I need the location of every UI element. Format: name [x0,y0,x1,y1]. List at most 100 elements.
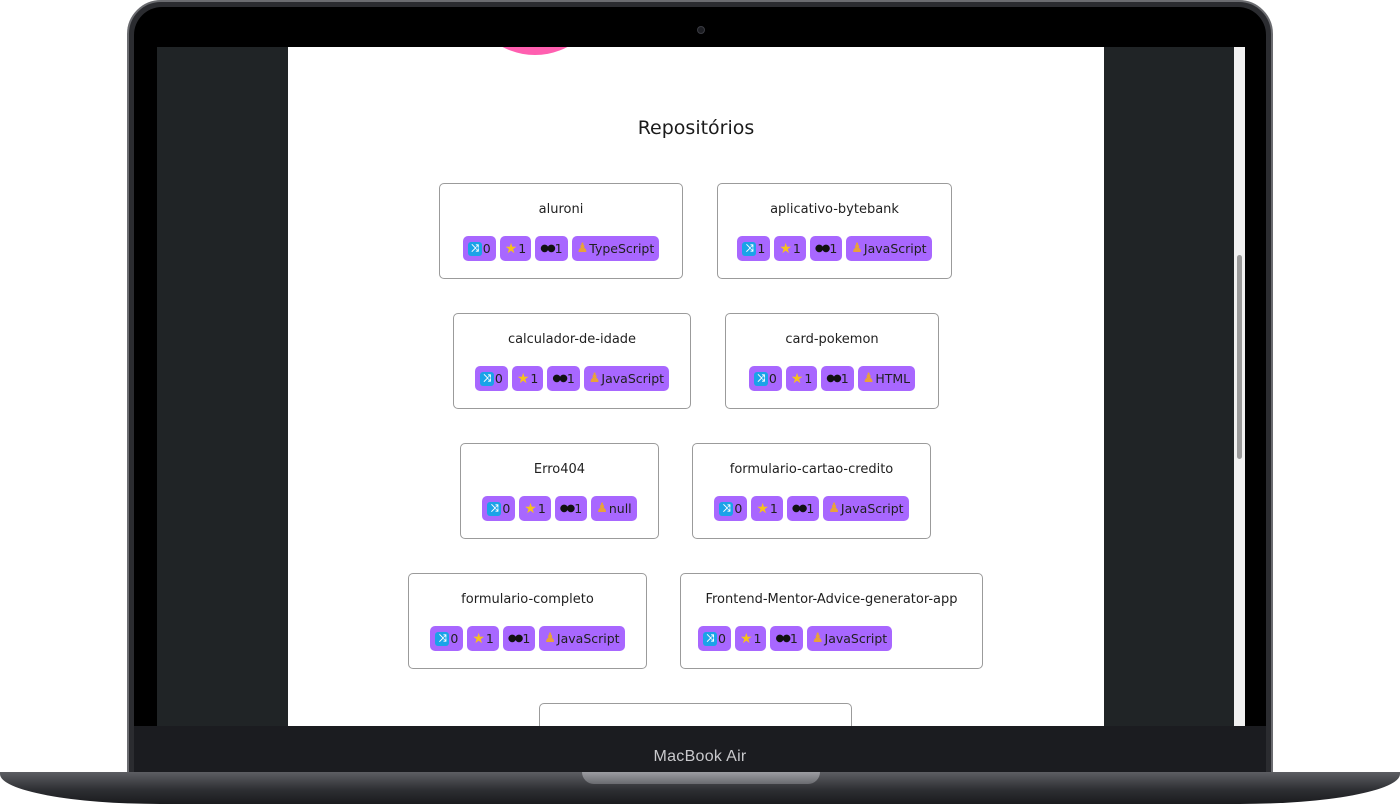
forks-badge: ⤨ 0 [462,236,496,261]
star-icon: ★ [790,370,804,387]
star-icon: ★ [516,370,530,387]
repo-card[interactable]: formulario-completo ⤨ 0 ★ 1 ●● 1 ♟ JavaScrip… [408,573,647,669]
technologist-icon: ♟ [576,241,589,256]
forks-count: 0 [718,631,726,646]
eyes-icon: ●● [826,372,842,384]
forks-count: 0 [494,371,503,386]
forks-count: 0 [734,501,743,516]
language-badge: ♟ TypeScript [571,236,660,261]
repo-name: formulario-cartao-credito [729,462,894,477]
star-icon: ★ [779,240,792,257]
language-badge: ♟ null [591,496,637,521]
forks-badge: ⤨ 0 [474,366,508,391]
repo-name: card-pokemon [785,332,879,347]
watchers-badge: ●● 1 [809,236,843,261]
scrollbar[interactable] [1234,47,1245,726]
language-badge: ♟ JavaScript [846,236,932,261]
eyes-icon: ●● [791,502,808,514]
repo-card[interactable]: formulario-cartao-credito ⤨ 0 ★ 1 ●● 1 ♟ Jav… [692,443,931,539]
repo-card[interactable]: aluroni ⤨ 0 ★ 1 ●● 1 ♟ TypeScript [439,183,683,279]
repo-name: aplicativo-bytebank [770,202,899,217]
watchers-count: 1 [522,631,531,646]
twisted-arrows-icon: ⤨ [467,241,482,256]
forks-badge: ⤨ 1 [737,236,771,261]
eyes-icon: ●● [540,242,556,254]
technologist-icon: ♟ [596,501,608,516]
technologist-icon: ♟ [828,501,840,516]
camera-icon [697,26,705,34]
twisted-arrows-icon: ⤨ [753,371,768,386]
repo-name: aluroni [538,202,584,217]
eyes-icon: ●● [552,372,568,384]
repo-name: formulario-completo [461,592,594,607]
stars-count: 1 [485,631,494,646]
browser-viewport: Repositórios aluroni ⤨ 0 ★ 1 ●● 1 ♟ TypeScri… [157,47,1245,726]
eyes-icon: ●● [507,632,524,644]
watchers-badge: ●● 1 [502,626,536,651]
language-label: JavaScript [840,501,904,516]
watchers-badge: ●● 1 [535,236,568,261]
language-label: JavaScript [824,631,888,646]
stars-badge: ★ 1 [785,366,818,391]
stars-count: 1 [804,371,813,386]
language-badge: ♟ JavaScript [823,496,909,521]
language-badge: ♟ JavaScript [806,626,893,651]
stars-count: 1 [753,631,762,646]
repo-card[interactable]: aplicativo-bytebank ⤨ 1 ★ 1 ●● 1 ♟ JavaScrip… [717,183,952,279]
device-label: MacBook Air [653,748,747,765]
forks-badge: ⤨ 0 [482,496,516,521]
repo-card[interactable]: Frontend-Mentor-Advice-generator-app ⤨ 0 … [680,573,983,669]
stars-badge: ★ 1 [519,496,551,521]
language-label: HTML [875,371,911,386]
language-label: JavaScript [863,241,927,256]
stars-badge: ★ 1 [751,496,783,521]
forks-count: 0 [502,501,511,516]
watchers-count: 1 [806,501,815,516]
repo-badges: ⤨ 0 ★ 1 ●● 1 ♟ JavaScript [681,626,982,651]
stars-count: 1 [518,241,527,256]
repo-card[interactable] [539,703,852,726]
scrollbar-thumb[interactable] [1237,255,1242,459]
forks-count: 0 [482,241,491,256]
repo-name: Erro404 [533,462,586,477]
language-badge: ♟ JavaScript [583,366,670,391]
stars-count: 1 [792,241,801,256]
language-badge: ♟ HTML [857,366,916,391]
stars-badge: ★ 1 [499,236,532,261]
stars-count: 1 [769,501,778,516]
eyes-icon: ●● [559,502,576,514]
repo-badges: ⤨ 0 ★ 1 ●● 1 ♟ JavaScript [409,626,646,651]
twisted-arrows-icon: ⤨ [742,241,757,256]
language-label: TypeScript [589,241,655,256]
repo-name: Frontend-Mentor-Advice-generator-app [705,592,958,607]
stars-count: 1 [537,501,546,516]
repo-name: calculador-de-idade [507,332,637,347]
repo-card[interactable]: calculador-de-idade ⤨ 0 ★ 1 ●● 1 ♟ JavaScrip… [453,313,691,409]
avatar [470,47,600,55]
technologist-icon: ♟ [588,371,601,386]
eyes-icon: ●● [775,632,791,644]
repo-badges: ⤨ 0 ★ 1 ●● 1 ♟ JavaScript [454,366,690,391]
stars-badge: ★ 1 [511,366,544,391]
stars-count: 1 [530,371,539,386]
star-icon: ★ [756,500,769,517]
repo-badges: ⤨ 1 ★ 1 ●● 1 ♟ JavaScript [718,236,951,261]
eyes-icon: ●● [814,242,831,254]
star-icon: ★ [739,630,753,647]
watchers-badge: ●● 1 [786,496,820,521]
technologist-icon: ♟ [862,371,875,386]
language-label: JavaScript [601,371,665,386]
star-icon: ★ [524,500,537,517]
technologist-icon: ♟ [544,631,556,646]
laptop-notch [582,772,820,784]
star-icon: ★ [504,240,518,257]
watchers-count: 1 [840,371,849,386]
stars-badge: ★ 1 [734,626,767,651]
repo-card[interactable]: card-pokemon ⤨ 0 ★ 1 ●● 1 ♟ HTML [725,313,939,409]
watchers-badge: ●● 1 [770,626,803,651]
repo-card[interactable]: Erro404 ⤨ 0 ★ 1 ●● 1 ♟ null [460,443,659,539]
watchers-badge: ●● 1 [821,366,854,391]
watchers-count: 1 [566,371,575,386]
twisted-arrows-icon: ⤨ [479,371,494,386]
technologist-icon: ♟ [811,631,824,646]
